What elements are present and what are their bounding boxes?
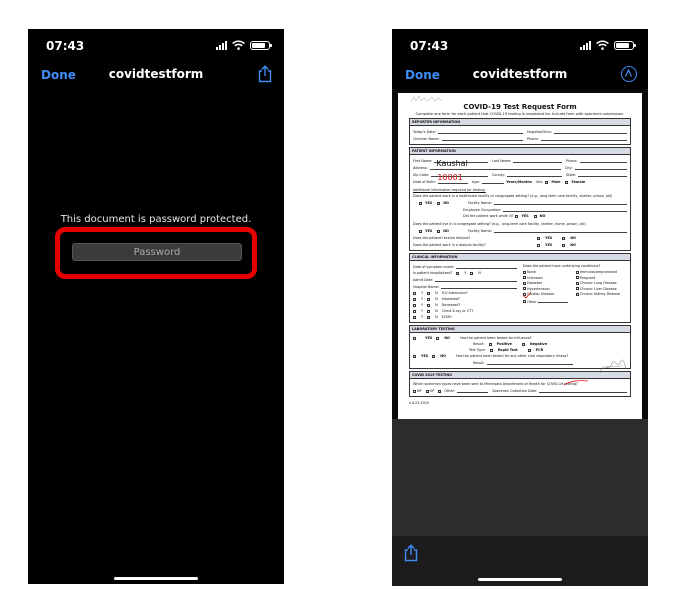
clinical-section: CLINICAL INFORMATION Date of symptom ons… — [409, 253, 631, 323]
section-header: CLINICAL INFORMATION — [410, 254, 630, 261]
password-protected-message: This document is password protected. — [60, 214, 252, 225]
password-input[interactable] — [72, 243, 242, 261]
signal-icon — [580, 40, 591, 50]
section-header: COVID 2019 TESTING — [410, 372, 630, 379]
viewer-background — [392, 419, 648, 536]
battery-icon — [614, 40, 636, 50]
zip-code-value[interactable]: 10001 — [437, 173, 462, 182]
markup-icon[interactable] — [621, 66, 637, 82]
first-name-value[interactable]: Kaushal — [436, 159, 467, 168]
document-title: covidtestform — [108, 67, 204, 81]
wifi-icon — [596, 40, 609, 50]
status-time: 07:43 — [410, 39, 449, 53]
section-header: PATIENT INFORMATION — [410, 148, 630, 155]
share-icon[interactable] — [257, 65, 273, 83]
handwritten-signature-icon — [599, 359, 627, 374]
signal-icon — [216, 40, 227, 50]
covid-test-request-form: COVID-19 Test Request Form Complete one … — [398, 93, 642, 419]
section-header: LABORATORY TESTING — [410, 326, 630, 333]
wifi-icon — [232, 40, 245, 50]
password-highlight-annotation — [55, 227, 257, 279]
patient-section: PATIENT INFORMATION First Name: Kaushal L… — [409, 147, 631, 251]
conditions-list: None Immunocompromised Unknown Pregnant … — [522, 270, 627, 304]
form-version: v.4.23.2020 — [409, 401, 430, 405]
nav-bar: Done covidtestform — [28, 61, 284, 89]
status-time: 07:43 — [46, 39, 85, 53]
document-viewer[interactable]: COVID-19 Test Request Form Complete one … — [392, 89, 648, 419]
form-title: COVID-19 Test Request Form — [463, 103, 577, 111]
phone-document-screen: 07:43 Done covidtestform COVID-19 Test R… — [392, 29, 648, 586]
form-subtitle: Complete one form for each patient that … — [415, 112, 625, 116]
section-header: REPORTER INFORMATION — [410, 119, 630, 126]
status-bar: 07:43 — [392, 29, 648, 61]
handwritten-red-mark-icon — [563, 380, 589, 386]
battery-icon — [250, 40, 272, 50]
home-indicator[interactable] — [114, 577, 198, 580]
reporter-section: REPORTER INFORMATION Today's Date: Hospi… — [409, 118, 631, 145]
logo-scribble-icon — [410, 95, 443, 103]
home-indicator[interactable] — [478, 578, 562, 581]
document-title: covidtestform — [472, 67, 568, 81]
status-bar: 07:43 — [28, 29, 284, 61]
share-icon[interactable] — [403, 544, 419, 562]
handwritten-check-icon — [522, 291, 532, 299]
nav-bar: Done covidtestform — [392, 61, 648, 89]
phone-password-screen: 07:43 Done covidtestform This document i… — [28, 29, 284, 584]
